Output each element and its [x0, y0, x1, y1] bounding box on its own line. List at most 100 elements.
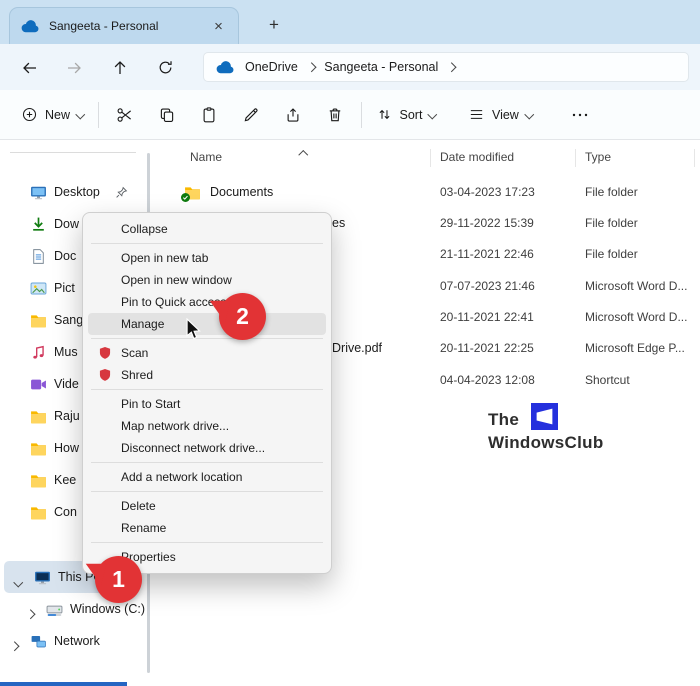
file-date: 04-04-2023 12:08	[440, 373, 535, 387]
sidebar-item-label: Raju	[54, 409, 80, 423]
step-badge-1: 1	[95, 556, 142, 603]
up-icon	[111, 59, 129, 77]
breadcrumb-onedrive[interactable]: OneDrive	[245, 60, 298, 74]
menu-separator	[91, 338, 323, 339]
file-date: 29-11-2022 15:39	[440, 216, 534, 230]
menu-item-label: Scan	[121, 346, 148, 360]
file-date: 07-07-2023 21:46	[440, 279, 535, 293]
sidebar-item-desktop[interactable]: Desktop	[0, 176, 148, 208]
menu-item-open-in-new-tab[interactable]: Open in new tab	[88, 247, 326, 269]
menu-item-scan[interactable]: Scan	[88, 342, 326, 364]
back-button[interactable]	[16, 54, 43, 81]
more-icon	[571, 106, 589, 124]
file-name: Documents	[210, 185, 273, 199]
document-icon	[30, 248, 47, 265]
column-divider[interactable]	[575, 149, 576, 167]
menu-item-add-network-location[interactable]: Add a network location	[88, 466, 326, 488]
file-row[interactable]: Documents 03-04-2023 17:23 File folder	[160, 177, 700, 208]
view-button[interactable]: View	[459, 99, 541, 130]
file-date: 03-04-2023 17:23	[440, 185, 535, 199]
navigation-bar: OneDrive Sangeeta - Personal	[0, 44, 700, 90]
share-button[interactable]	[272, 98, 314, 132]
sort-ascending-icon	[300, 145, 307, 163]
file-type: Microsoft Word D...	[585, 310, 687, 324]
sidebar-item-label: Con	[54, 505, 77, 519]
copy-icon	[158, 106, 176, 124]
copy-button[interactable]	[146, 98, 188, 132]
menu-item-open-in-new-window[interactable]: Open in new window	[88, 269, 326, 291]
sidebar-item-label: Vide	[54, 377, 79, 391]
paste-button[interactable]	[188, 98, 230, 132]
column-header-date-modified[interactable]: Date modified	[440, 150, 514, 164]
menu-separator	[91, 542, 323, 543]
column-header-name[interactable]: Name	[190, 150, 222, 164]
file-type: Microsoft Word D...	[585, 279, 687, 293]
file-name: Drive.pdf	[332, 341, 382, 355]
file-date: 21-11-2021 22:46	[440, 247, 534, 261]
menu-item-disconnect-network-drive[interactable]: Disconnect network drive...	[88, 437, 326, 459]
menu-item-rename[interactable]: Rename	[88, 517, 326, 539]
file-date: 20-11-2021 22:25	[440, 341, 534, 355]
chevron-down-icon	[428, 110, 437, 119]
step-badge-2: 2	[219, 293, 266, 340]
view-button-label: View	[492, 108, 519, 122]
forward-icon	[65, 59, 83, 77]
shield-icon	[98, 346, 112, 360]
sync-status-icon	[181, 193, 190, 202]
share-icon	[284, 106, 302, 124]
sidebar-item-label: How	[54, 441, 79, 455]
file-type: File folder	[585, 216, 638, 230]
folder-icon	[30, 504, 47, 521]
breadcrumb-current[interactable]: Sangeeta - Personal	[324, 60, 438, 74]
more-button[interactable]	[559, 98, 601, 132]
sidebar-item-label: Dow	[54, 217, 79, 231]
new-tab-button[interactable]: +	[263, 14, 285, 36]
chevron-down-icon	[76, 110, 85, 119]
forward-button[interactable]	[60, 54, 87, 81]
cut-button[interactable]	[104, 98, 146, 132]
up-button[interactable]	[106, 54, 133, 81]
close-icon: ×	[214, 18, 223, 35]
pictures-icon	[30, 280, 47, 297]
new-button[interactable]: New	[12, 99, 93, 130]
tab-close-button[interactable]: ×	[209, 17, 228, 36]
sidebar-item-label: Network	[54, 634, 100, 648]
tab-title: Sangeeta - Personal	[49, 19, 200, 33]
column-header-type[interactable]: Type	[585, 150, 611, 164]
new-button-label: New	[45, 108, 70, 122]
menu-item-pin-to-start[interactable]: Pin to Start	[88, 393, 326, 415]
menu-item-delete[interactable]: Delete	[88, 495, 326, 517]
chevron-right-icon[interactable]	[11, 638, 18, 652]
chevron-right-icon	[306, 62, 315, 71]
sidebar-item-label: Mus	[54, 345, 78, 359]
pin-icon	[115, 186, 128, 199]
rename-button[interactable]	[230, 98, 272, 132]
drive-icon	[46, 601, 63, 618]
column-divider[interactable]	[430, 149, 431, 167]
chevron-right-icon[interactable]	[27, 606, 34, 620]
folder-icon	[30, 472, 47, 489]
delete-button[interactable]	[314, 98, 356, 132]
menu-item-shred[interactable]: Shred	[88, 364, 326, 386]
menu-item-collapse[interactable]: Collapse	[88, 218, 326, 240]
onedrive-cloud-icon	[20, 20, 40, 33]
file-type: File folder	[585, 185, 638, 199]
chevron-down-icon[interactable]	[15, 574, 22, 588]
browser-tab[interactable]: Sangeeta - Personal ×	[9, 7, 239, 44]
file-name: es	[332, 216, 345, 230]
refresh-button[interactable]	[152, 54, 179, 81]
column-divider[interactable]	[694, 149, 695, 167]
toolbar-separator	[361, 102, 362, 128]
menu-item-map-network-drive[interactable]: Map network drive...	[88, 415, 326, 437]
downloads-icon	[30, 216, 47, 233]
sort-icon	[376, 106, 393, 123]
windowsclub-logo-icon	[531, 403, 558, 430]
sort-button[interactable]: Sort	[367, 99, 445, 130]
back-icon	[21, 59, 39, 77]
refresh-icon	[157, 59, 174, 76]
address-bar[interactable]: OneDrive Sangeeta - Personal	[203, 52, 689, 82]
sidebar-item-network[interactable]: Network	[0, 625, 148, 657]
file-explorer-window: Sangeeta - Personal × + OneDrive Sangeet…	[0, 0, 700, 686]
sidebar-item-label: Sang	[54, 313, 83, 327]
rename-icon	[242, 106, 260, 124]
